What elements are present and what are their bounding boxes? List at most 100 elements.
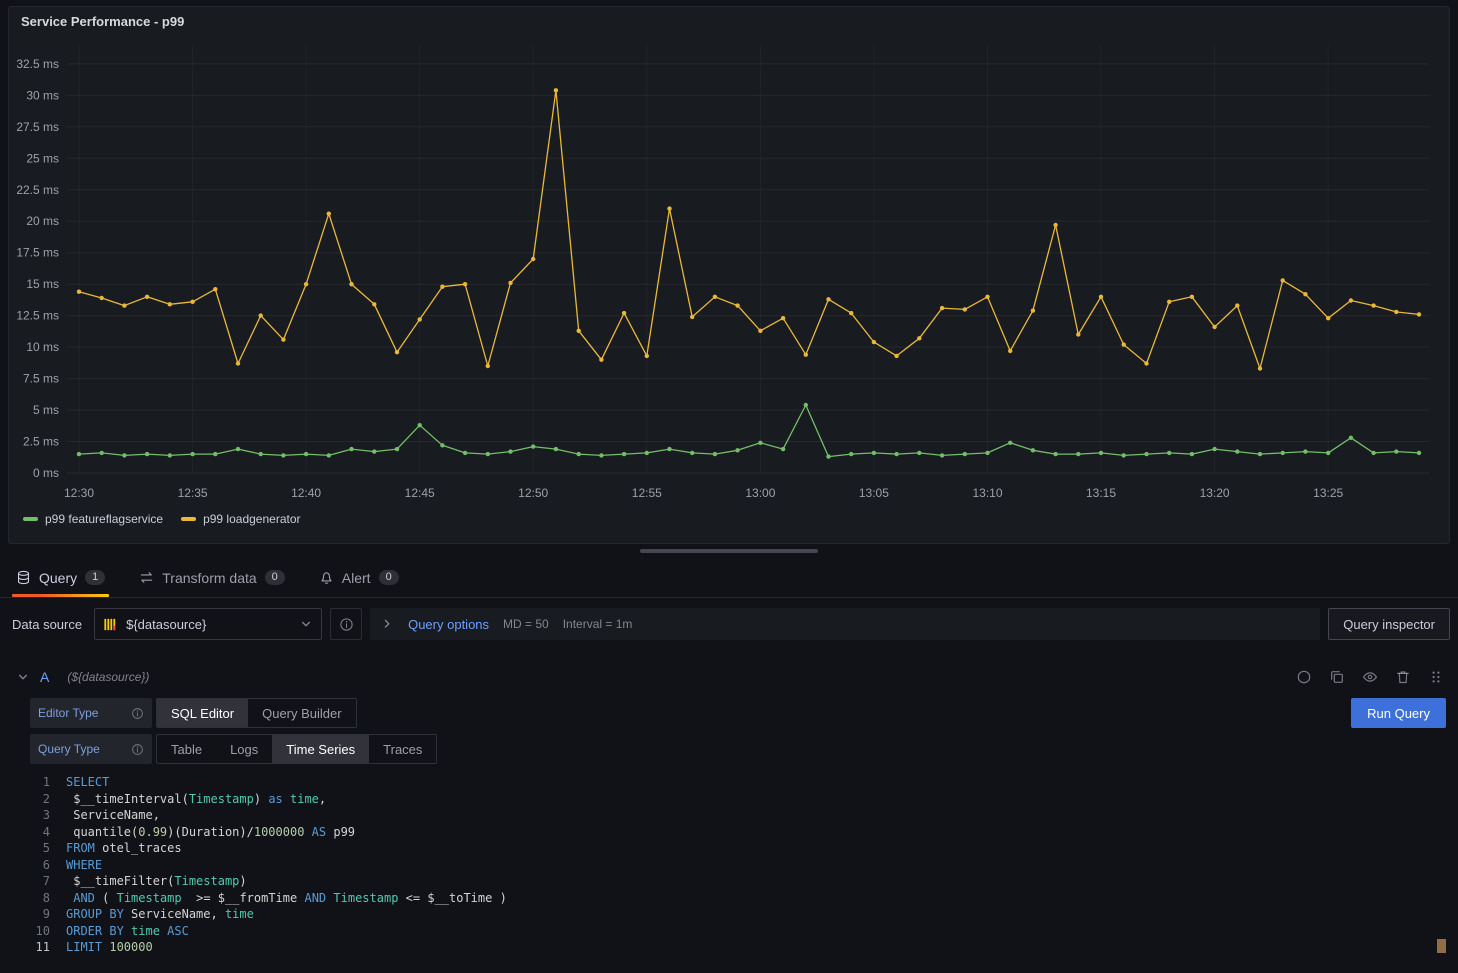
- code-text: ORDER BY time ASC: [66, 923, 189, 940]
- radio-time-series[interactable]: Time Series: [272, 735, 369, 763]
- editor-type-row: Editor Type SQL Editor Query Builder Run…: [0, 698, 1458, 728]
- panel-title: Service Performance - p99: [21, 14, 184, 29]
- sql-code-line[interactable]: 7 $__timeFilter(Timestamp): [30, 873, 1446, 890]
- svg-text:12:35: 12:35: [178, 486, 208, 500]
- run-query-button[interactable]: Run Query: [1351, 698, 1446, 728]
- tab-count-badge: 0: [379, 570, 399, 585]
- timeseries-panel: Service Performance - p99 0 ms2.5 ms5 ms…: [8, 6, 1450, 544]
- svg-text:10 ms: 10 ms: [26, 340, 59, 354]
- remove-query-trash-icon[interactable]: [1395, 669, 1411, 685]
- svg-text:20 ms: 20 ms: [26, 214, 59, 228]
- query-options-interval: Interval = 1m: [563, 617, 633, 631]
- sql-code-line[interactable]: 10ORDER BY time ASC: [30, 923, 1446, 940]
- tab-query[interactable]: Query 1: [10, 558, 111, 597]
- tab-alert[interactable]: Alert 0: [313, 558, 405, 597]
- panel-header[interactable]: Service Performance - p99: [9, 7, 1449, 35]
- svg-text:12:50: 12:50: [518, 486, 548, 500]
- svg-text:0 ms: 0 ms: [33, 466, 59, 480]
- sql-code-line[interactable]: 6WHERE: [30, 857, 1446, 874]
- radio-logs[interactable]: Logs: [216, 735, 272, 763]
- line-number: 9: [30, 906, 66, 923]
- tab-transform-data[interactable]: Transform data 0: [133, 558, 291, 597]
- sql-code-line[interactable]: 4 quantile(0.99)(Duration)/1000000 AS p9…: [30, 824, 1446, 841]
- sql-code-line[interactable]: 3 ServiceName,: [30, 807, 1446, 824]
- query-type-row: Query Type Table Logs Time Series Traces: [0, 734, 1458, 764]
- code-text: FROM otel_traces: [66, 840, 182, 857]
- query-options-bar[interactable]: Query options MD = 50 Interval = 1m: [370, 608, 1320, 640]
- query-row-header: A (${datasource}): [0, 662, 1458, 692]
- sql-code-line[interactable]: 11LIMIT 100000: [30, 939, 1446, 956]
- svg-text:13:15: 13:15: [1086, 486, 1116, 500]
- code-text: WHERE: [66, 857, 102, 874]
- line-number: 10: [30, 923, 66, 940]
- sql-code-line[interactable]: 1SELECT: [30, 774, 1446, 791]
- svg-text:27.5 ms: 27.5 ms: [16, 120, 59, 134]
- datasource-picker[interactable]: ${datasource}: [94, 608, 322, 640]
- line-number: 4: [30, 824, 66, 841]
- svg-text:12:45: 12:45: [405, 486, 435, 500]
- database-icon: [16, 570, 31, 585]
- svg-text:13:00: 13:00: [745, 486, 775, 500]
- editor-type-radio-group: SQL Editor Query Builder: [156, 698, 357, 728]
- duplicate-query-icon[interactable]: [1329, 669, 1345, 685]
- line-number: 11: [30, 939, 66, 956]
- datasource-picker-value: ${datasource}: [126, 617, 291, 632]
- svg-text:25 ms: 25 ms: [26, 151, 59, 165]
- timeseries-chart[interactable]: 0 ms2.5 ms5 ms7.5 ms10 ms12.5 ms15 ms17.…: [9, 35, 1447, 507]
- query-inspector-button[interactable]: Query inspector: [1328, 608, 1450, 640]
- svg-text:12:40: 12:40: [291, 486, 321, 500]
- line-number: 5: [30, 840, 66, 857]
- sql-code-line[interactable]: 2 $__timeInterval(Timestamp) as time,: [30, 791, 1446, 808]
- query-type-label: Query Type: [38, 742, 100, 756]
- tab-label: Query: [39, 570, 77, 586]
- datasource-help-button[interactable]: [330, 608, 362, 640]
- line-number: 1: [30, 774, 66, 791]
- drag-handle-icon[interactable]: [1428, 669, 1444, 685]
- line-number: 3: [30, 807, 66, 824]
- svg-text:12:55: 12:55: [632, 486, 662, 500]
- radio-table[interactable]: Table: [157, 735, 216, 763]
- query-options-maxdatapoints: MD = 50: [503, 617, 549, 631]
- sql-code[interactable]: 1SELECT2 $__timeInterval(Timestamp) as t…: [30, 774, 1446, 956]
- transform-icon: [139, 570, 154, 585]
- svg-text:7.5 ms: 7.5 ms: [23, 372, 59, 386]
- query-ref-id: A: [40, 669, 49, 685]
- chevron-down-icon: [299, 617, 313, 631]
- radio-traces[interactable]: Traces: [369, 735, 436, 763]
- svg-text:12.5 ms: 12.5 ms: [16, 309, 59, 323]
- sql-code-line[interactable]: 5FROM otel_traces: [30, 840, 1446, 857]
- code-text: LIMIT 100000: [66, 939, 153, 956]
- svg-text:22.5 ms: 22.5 ms: [16, 183, 59, 197]
- editor-tabs: Query 1 Transform data 0 Alert 0: [0, 558, 1458, 598]
- legend-item-featureflagservice[interactable]: p99 featureflagservice: [23, 512, 163, 526]
- sql-code-line[interactable]: 9GROUP BY ServiceName, time: [30, 906, 1446, 923]
- hide-response-eye-icon[interactable]: [1362, 669, 1378, 685]
- horizontal-scrollbar[interactable]: [640, 549, 818, 553]
- legend-label: p99 loadgenerator: [203, 512, 300, 526]
- sql-editor[interactable]: 1SELECT2 $__timeInterval(Timestamp) as t…: [30, 774, 1446, 956]
- svg-text:13:25: 13:25: [1313, 486, 1343, 500]
- code-text: quantile(0.99)(Duration)/1000000 AS p99: [66, 824, 355, 841]
- line-number: 6: [30, 857, 66, 874]
- svg-text:13:20: 13:20: [1200, 486, 1230, 500]
- legend-item-loadgenerator[interactable]: p99 loadgenerator: [181, 512, 300, 526]
- info-icon[interactable]: [131, 707, 144, 720]
- query-type-label-chip: Query Type: [30, 734, 152, 764]
- datasource-label: Data source: [12, 617, 82, 632]
- grafana-panel-editor: Service Performance - p99 0 ms2.5 ms5 ms…: [0, 6, 1458, 973]
- sql-code-line[interactable]: 8 AND ( Timestamp >= $__fromTime AND Tim…: [30, 890, 1446, 907]
- datasource-logo-icon: [103, 617, 118, 632]
- radio-sql-editor[interactable]: SQL Editor: [157, 699, 248, 727]
- query-actions: [1296, 669, 1444, 685]
- query-toolbar: Data source ${datasource} Query options …: [0, 598, 1458, 650]
- svg-text:30 ms: 30 ms: [26, 88, 59, 102]
- code-text: GROUP BY ServiceName, time: [66, 906, 254, 923]
- code-text: SELECT: [66, 774, 109, 791]
- radio-query-builder[interactable]: Query Builder: [248, 699, 355, 727]
- query-options-link[interactable]: Query options: [408, 617, 489, 632]
- collapse-chevron-down-icon[interactable]: [16, 670, 30, 684]
- disable-query-icon[interactable]: [1296, 669, 1312, 685]
- info-icon: [339, 617, 354, 632]
- legend-swatch-green: [23, 517, 38, 521]
- info-icon[interactable]: [131, 743, 144, 756]
